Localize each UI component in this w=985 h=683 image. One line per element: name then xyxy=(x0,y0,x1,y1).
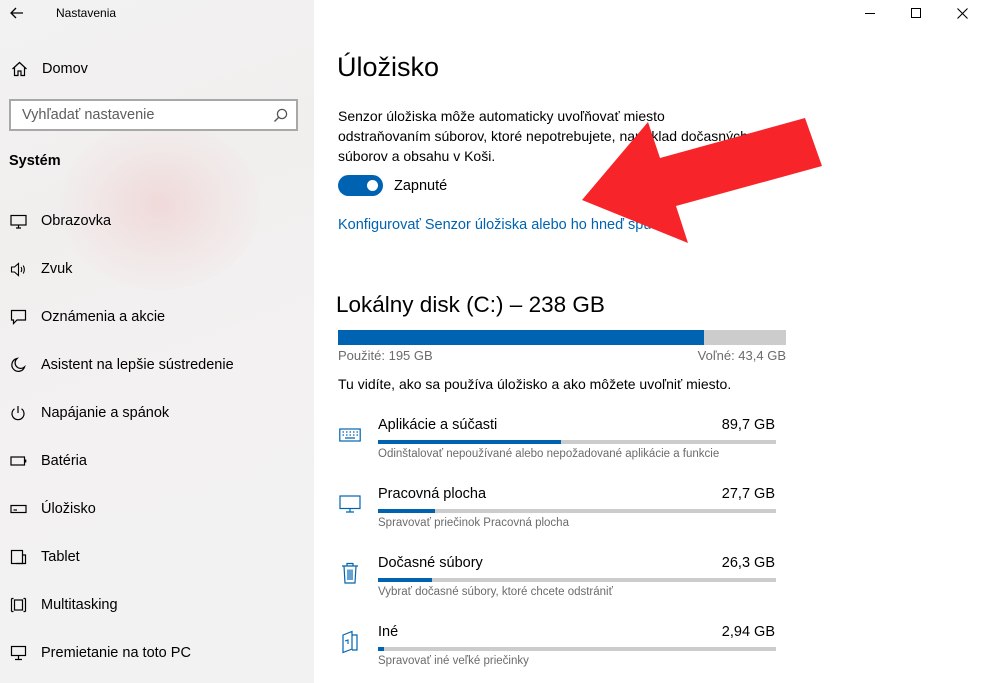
monitor-icon xyxy=(9,214,27,229)
category-other[interactable]: Iné 2,94 GB Spravovať iné veľké priečink… xyxy=(338,624,778,676)
search-input[interactable]: Vyhľadať nastavenie xyxy=(9,99,298,131)
home-icon xyxy=(10,61,28,77)
sidebar: Nastavenia Domov Vyhľadať nastavenie Sys… xyxy=(0,0,314,683)
projecting-icon xyxy=(9,645,27,661)
category-size: 26,3 GB xyxy=(721,555,775,571)
desktop-icon xyxy=(338,492,362,516)
category-subtitle: Odinštalovať nepoužívané alebo nepožadov… xyxy=(378,448,720,460)
sidebar-item-label: Domov xyxy=(42,61,88,77)
category-bar-fill xyxy=(378,509,435,513)
disk-usage-bar xyxy=(338,330,786,345)
folder-icon xyxy=(338,630,362,654)
app-title: Nastavenia xyxy=(56,6,117,20)
search-icon xyxy=(268,108,292,123)
keyboard-icon xyxy=(338,423,362,447)
category-size: 27,7 GB xyxy=(721,486,775,502)
disk-title: Lokálny disk (C:) – 238 GB xyxy=(336,292,605,317)
sidebar-item-label: Obrazovka xyxy=(41,213,112,229)
sidebar-item-power[interactable]: Napájanie a spánok xyxy=(0,389,314,437)
category-subtitle: Spravovať iné veľké priečinky xyxy=(378,655,529,667)
category-subtitle: Spravovať priečinok Pracovná plocha xyxy=(378,517,569,529)
toggle-knob xyxy=(367,180,378,191)
titlebar: Nastavenia xyxy=(0,0,314,26)
sidebar-item-notifications[interactable]: Oznámenia a akcie xyxy=(0,293,314,341)
page-title: Úložisko xyxy=(337,52,440,82)
moon-icon xyxy=(9,357,27,373)
sidebar-item-label: Batéria xyxy=(41,453,87,469)
category-bar xyxy=(378,578,776,582)
main-content: Úložisko Senzor úložiska môže automatick… xyxy=(314,0,985,683)
category-size: 2,94 GB xyxy=(721,624,775,640)
sidebar-item-label: Zvuk xyxy=(41,261,73,277)
disk-usage-fill xyxy=(338,330,705,345)
category-bar xyxy=(378,440,776,444)
storage-intro: Tu vidíte, ako sa používa úložisko a ako… xyxy=(338,376,732,392)
category-bar xyxy=(378,509,776,513)
category-name: Iné xyxy=(378,624,399,640)
speaker-icon xyxy=(9,261,27,277)
category-name: Pracovná plocha xyxy=(378,486,487,502)
multitasking-icon xyxy=(9,597,27,613)
sidebar-item-label: Napájanie a spánok xyxy=(41,405,170,421)
toggle-label: Zapnuté xyxy=(394,177,448,194)
storage-sense-toggle[interactable] xyxy=(338,175,383,196)
notification-icon xyxy=(9,309,27,325)
sidebar-item-label: Tablet xyxy=(41,549,80,565)
category-temp-files[interactable]: Dočasné súbory 26,3 GB Vybrať dočasné sú… xyxy=(338,555,778,607)
disk-free-label: Voľné: 43,4 GB xyxy=(697,348,786,363)
sidebar-nav: Obrazovka Zvuk Oznámenia a akcie Asisten… xyxy=(0,197,314,677)
battery-icon xyxy=(9,455,27,467)
section-heading: Systém xyxy=(9,153,61,169)
sidebar-item-label: Multitasking xyxy=(41,597,118,613)
sidebar-item-display[interactable]: Obrazovka xyxy=(0,197,314,245)
sidebar-item-label: Asistent na lepšie sústredenie xyxy=(41,357,234,373)
sidebar-item-projecting[interactable]: Premietanie na toto PC xyxy=(0,629,314,677)
back-button[interactable] xyxy=(0,0,34,26)
category-bar-fill xyxy=(378,647,384,651)
sidebar-item-multitasking[interactable]: Multitasking xyxy=(0,581,314,629)
category-bar-fill xyxy=(378,440,562,444)
category-desktop[interactable]: Pracovná plocha 27,7 GB Spravovať prieči… xyxy=(338,486,778,538)
power-icon xyxy=(9,405,27,421)
sidebar-item-focus-assist[interactable]: Asistent na lepšie sústredenie xyxy=(0,341,314,389)
category-size: 89,7 GB xyxy=(721,417,775,433)
storage-icon xyxy=(9,503,27,515)
sidebar-item-label: Premietanie na toto PC xyxy=(41,645,191,661)
sidebar-item-sound[interactable]: Zvuk xyxy=(0,245,314,293)
trash-icon xyxy=(338,561,362,585)
back-arrow-icon xyxy=(10,7,23,19)
category-apps[interactable]: Aplikácie a súčasti 89,7 GB Odinštalovať… xyxy=(338,417,778,469)
category-name: Aplikácie a súčasti xyxy=(378,417,498,433)
sidebar-item-battery[interactable]: Batéria xyxy=(0,437,314,485)
sidebar-item-label: Oznámenia a akcie xyxy=(41,309,166,325)
category-bar-fill xyxy=(378,578,432,582)
search-placeholder: Vyhľadať nastavenie xyxy=(22,107,155,123)
tablet-icon xyxy=(9,549,27,565)
sidebar-item-storage[interactable]: Úložisko xyxy=(0,485,314,533)
sidebar-item-tablet[interactable]: Tablet xyxy=(0,533,314,581)
sidebar-item-home[interactable]: Domov xyxy=(0,54,314,84)
storage-sense-toggle-row: Zapnuté xyxy=(338,175,447,196)
disk-used-label: Použité: 195 GB xyxy=(338,348,433,363)
category-subtitle: Vybrať dočasné súbory, ktoré chcete odst… xyxy=(378,586,613,598)
category-bar xyxy=(378,647,776,651)
sidebar-item-label: Úložisko xyxy=(41,501,96,517)
red-arrow-annotation xyxy=(582,118,822,243)
category-name: Dočasné súbory xyxy=(378,555,483,571)
